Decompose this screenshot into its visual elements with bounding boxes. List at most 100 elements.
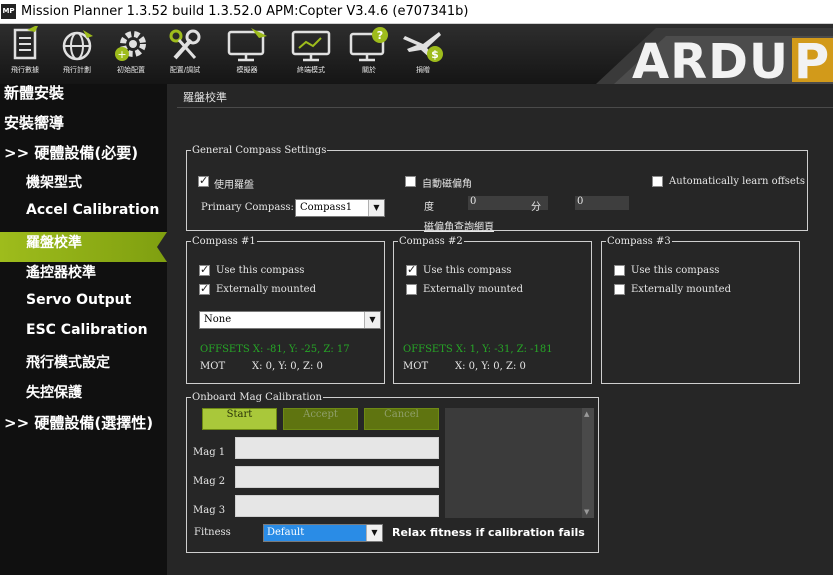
- use-compass-label: 使用羅盤: [214, 180, 254, 191]
- mag-2-label: Mag 2: [193, 476, 226, 487]
- ardupilot-logo: ARDUP P: [596, 28, 833, 84]
- scroll-down-icon[interactable]: ▼: [584, 508, 589, 516]
- compass-1-external-checkbox[interactable]: [199, 282, 210, 295]
- minute-label: 分: [531, 202, 541, 213]
- compass-2-use-label: Use this compass: [423, 265, 512, 276]
- flight-data-icon: [13, 26, 38, 60]
- help-icon: ?: [349, 27, 388, 62]
- start-button[interactable]: Start: [202, 408, 277, 430]
- compass-2-mot-label: MOT: [403, 361, 429, 372]
- compass-2-offsets: OFFSETS X: 1, Y: -31, Z: -181: [403, 344, 553, 355]
- toolbar-label: 飛行計劃: [63, 66, 91, 74]
- sidebar-item-mandatory-hardware[interactable]: >> 硬體設備(必要): [0, 142, 167, 172]
- page-title: 羅盤校準: [183, 91, 227, 104]
- primary-compass-select[interactable]: Compass1 ▼: [295, 199, 385, 217]
- compass-1-group: Compass #1 Use this compass Externally m…: [186, 236, 385, 384]
- toolbar-label: 終端模式: [297, 66, 325, 74]
- sidebar-item-wizard[interactable]: 安裝嚮導: [0, 112, 167, 142]
- group-legend: Compass #1: [192, 236, 256, 247]
- compass-2-external-checkbox[interactable]: [406, 284, 417, 295]
- toolbar-flight-plan-button[interactable]: 飛行計劃: [52, 26, 102, 82]
- sidebar-item-radio-calibration[interactable]: 遙控器校準: [0, 262, 167, 292]
- fitness-select[interactable]: Default ▼: [263, 524, 383, 542]
- compass-3-group: Compass #3 Use this compass Externally m…: [601, 236, 800, 384]
- group-legend: Compass #3: [607, 236, 671, 247]
- use-compass-checkbox[interactable]: [198, 174, 209, 187]
- simulation-icon: [227, 28, 267, 62]
- degree-label: 度: [424, 202, 434, 213]
- fitness-value: Default: [264, 525, 366, 541]
- config-tuning-icon: [169, 29, 201, 60]
- compass-1-use-checkbox[interactable]: [199, 263, 210, 276]
- main-toolbar: 飛行數據 飛行計劃 + 初始配置 配置/調試 模擬器 終端模式 ? 關於 $ 捐…: [0, 24, 833, 84]
- svg-text:$: $: [431, 48, 439, 61]
- sidebar-item-label: 羅盤校準: [26, 235, 82, 251]
- onboard-mag-calibration-group: Onboard Mag Calibration Start Accept Can…: [186, 392, 599, 553]
- sidebar-item-frame-type[interactable]: 機架型式: [0, 172, 167, 202]
- toolbar-simulation-button[interactable]: 模擬器: [222, 26, 272, 82]
- window-title: Mission Planner 1.3.52 build 1.3.52.0 AP…: [21, 4, 469, 19]
- fitness-label: Fitness: [194, 527, 231, 538]
- terminal-icon: [291, 30, 331, 62]
- app-icon: MP: [1, 4, 16, 19]
- compass-3-external-checkbox[interactable]: [614, 284, 625, 295]
- auto-declination-checkbox[interactable]: [405, 176, 416, 187]
- sidebar-item-optional-hardware[interactable]: >> 硬體設備(選擇性): [0, 412, 167, 442]
- svg-text:+: +: [117, 48, 126, 61]
- scroll-up-icon[interactable]: ▲: [584, 410, 589, 418]
- primary-compass-label: Primary Compass:: [201, 202, 294, 213]
- sidebar-item-install-firmware[interactable]: 新體安裝: [0, 82, 167, 112]
- calibration-log[interactable]: ▲ ▼: [445, 408, 594, 518]
- toolbar-initial-setup-button[interactable]: + 初始配置: [106, 26, 156, 82]
- toolbar-donate-button[interactable]: $ 捐贈: [398, 26, 448, 82]
- auto-learn-offsets-label: Automatically learn offsets: [669, 176, 805, 187]
- title-bar: MP Mission Planner 1.3.52 build 1.3.52.0…: [0, 0, 833, 24]
- toolbar-config-tuning-button[interactable]: 配置/調試: [160, 26, 210, 82]
- mag-3-label: Mag 3: [193, 505, 226, 516]
- auto-learn-offsets-checkbox[interactable]: [652, 176, 663, 187]
- compass-2-use-checkbox[interactable]: [406, 263, 417, 276]
- accept-button[interactable]: Accept: [283, 408, 358, 430]
- initial-setup-icon: +: [115, 31, 146, 61]
- sidebar-item-servo-output[interactable]: Servo Output: [0, 292, 167, 322]
- group-legend: Compass #2: [399, 236, 463, 247]
- log-scrollbar[interactable]: ▲ ▼: [582, 408, 594, 518]
- toolbar-label: 配置/調試: [169, 66, 201, 74]
- sidebar-item-accel-calibration[interactable]: Accel Calibration: [0, 202, 167, 232]
- chevron-down-icon: ▼: [366, 525, 382, 541]
- toolbar-help-button[interactable]: ? 關於: [344, 26, 394, 82]
- compass-2-external-label: Externally mounted: [423, 284, 524, 295]
- compass-1-orientation-value: None: [204, 314, 232, 325]
- compass-1-use-label: Use this compass: [216, 265, 305, 276]
- donate-icon: $: [403, 32, 443, 62]
- toolbar-label: 關於: [362, 66, 376, 74]
- sidebar-item-flight-modes[interactable]: 飛行模式設定: [0, 352, 167, 382]
- compass-3-use-checkbox[interactable]: [614, 265, 625, 276]
- cancel-button[interactable]: Cancel: [364, 408, 439, 430]
- compass-1-orientation-select[interactable]: None ▼: [199, 311, 381, 329]
- general-compass-settings-group: General Compass Settings 使用羅盤 Primary Co…: [186, 145, 808, 233]
- sidebar-item-compass[interactable]: 羅盤校準: [0, 232, 167, 262]
- compass-2-group: Compass #2 Use this compass Externally m…: [393, 236, 592, 384]
- degree-value: 0: [470, 196, 477, 207]
- group-legend: General Compass Settings: [192, 145, 327, 156]
- sidebar-item-failsafe[interactable]: 失控保護: [0, 382, 167, 412]
- compass-1-mot-label: MOT: [200, 361, 226, 372]
- toolbar-label: 飛行數據: [11, 66, 39, 74]
- mag-1-progress: [235, 437, 439, 459]
- chevron-down-icon: ▼: [368, 200, 384, 216]
- minute-input[interactable]: 0: [575, 196, 629, 210]
- flight-plan-icon: [62, 30, 93, 61]
- primary-compass-value: Compass1: [300, 202, 353, 213]
- setup-sidebar: 新體安裝 安裝嚮導 >> 硬體設備(必要) 機架型式 Accel Calibra…: [0, 84, 167, 575]
- mag-3-progress: [235, 495, 439, 517]
- compass-3-external-label: Externally mounted: [631, 284, 732, 295]
- toolbar-flight-data-button[interactable]: 飛行數據: [0, 26, 50, 82]
- declination-website-link[interactable]: 磁偏角查詢網頁: [424, 218, 494, 233]
- toolbar-label: 捐贈: [416, 66, 430, 74]
- compass-1-mot-values: X: 0, Y: 0, Z: 0: [252, 361, 323, 372]
- mag-1-label: Mag 1: [193, 447, 226, 458]
- compass-3-use-label: Use this compass: [631, 265, 720, 276]
- toolbar-terminal-button[interactable]: 終端模式: [286, 26, 336, 82]
- sidebar-item-esc-calibration[interactable]: ESC Calibration: [0, 322, 167, 352]
